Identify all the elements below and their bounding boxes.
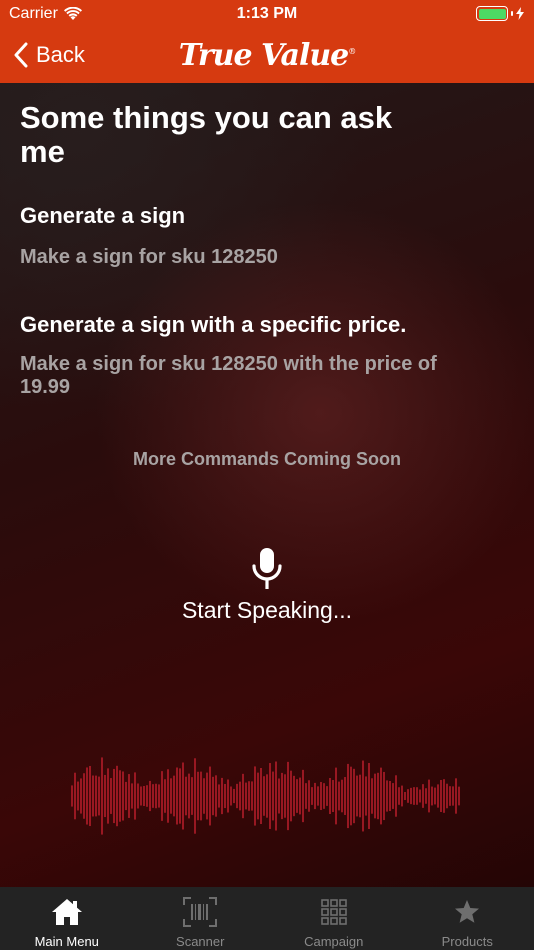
logo-text: True Value — [178, 38, 350, 73]
command-title: Generate a sign with a specific price. — [20, 312, 407, 337]
battery-icon — [476, 6, 508, 21]
tab-scanner[interactable]: Scanner — [134, 887, 268, 950]
tab-label: Main Menu — [34, 934, 99, 949]
true-value-logo: True Value® — [178, 38, 357, 73]
app-header: Carrier 1:13 PM Back True Value® — [0, 0, 534, 83]
barcode-icon — [183, 897, 218, 927]
tab-products[interactable]: Products — [401, 887, 534, 950]
charging-bolt-icon — [516, 7, 524, 20]
status-bar: Carrier 1:13 PM — [0, 0, 534, 28]
tab-main-menu[interactable]: Main Menu — [0, 887, 134, 950]
tab-campaign[interactable]: Campaign — [267, 887, 401, 950]
tab-label: Scanner — [176, 934, 225, 949]
start-speaking-label: Start Speaking... — [181, 597, 353, 623]
navigation-bar: Back True Value® — [0, 28, 534, 83]
command-title: Generate a sign — [20, 203, 186, 228]
voice-waveform — [71, 757, 460, 835]
page-title: Some things you can ask me — [20, 100, 393, 169]
command-example: Make a sign for sku 128250 with the pric… — [20, 353, 437, 398]
battery-indicator — [476, 6, 524, 21]
coming-soon-text: More Commands Coming Soon — [132, 449, 401, 469]
command-example: Make a sign for sku 128250 — [20, 246, 278, 268]
home-icon — [51, 899, 82, 925]
grid-icon — [320, 899, 347, 925]
microphone-icon[interactable] — [250, 548, 284, 590]
voice-commands-panel: Some things you can ask me Generate a si… — [0, 83, 534, 887]
tab-bar: Main Menu Scanner Campaign Products — [0, 887, 534, 950]
star-icon — [455, 900, 480, 923]
tab-label: Products — [441, 934, 493, 949]
status-time: 1:13 PM — [236, 5, 298, 22]
tab-label: Campaign — [304, 934, 364, 949]
